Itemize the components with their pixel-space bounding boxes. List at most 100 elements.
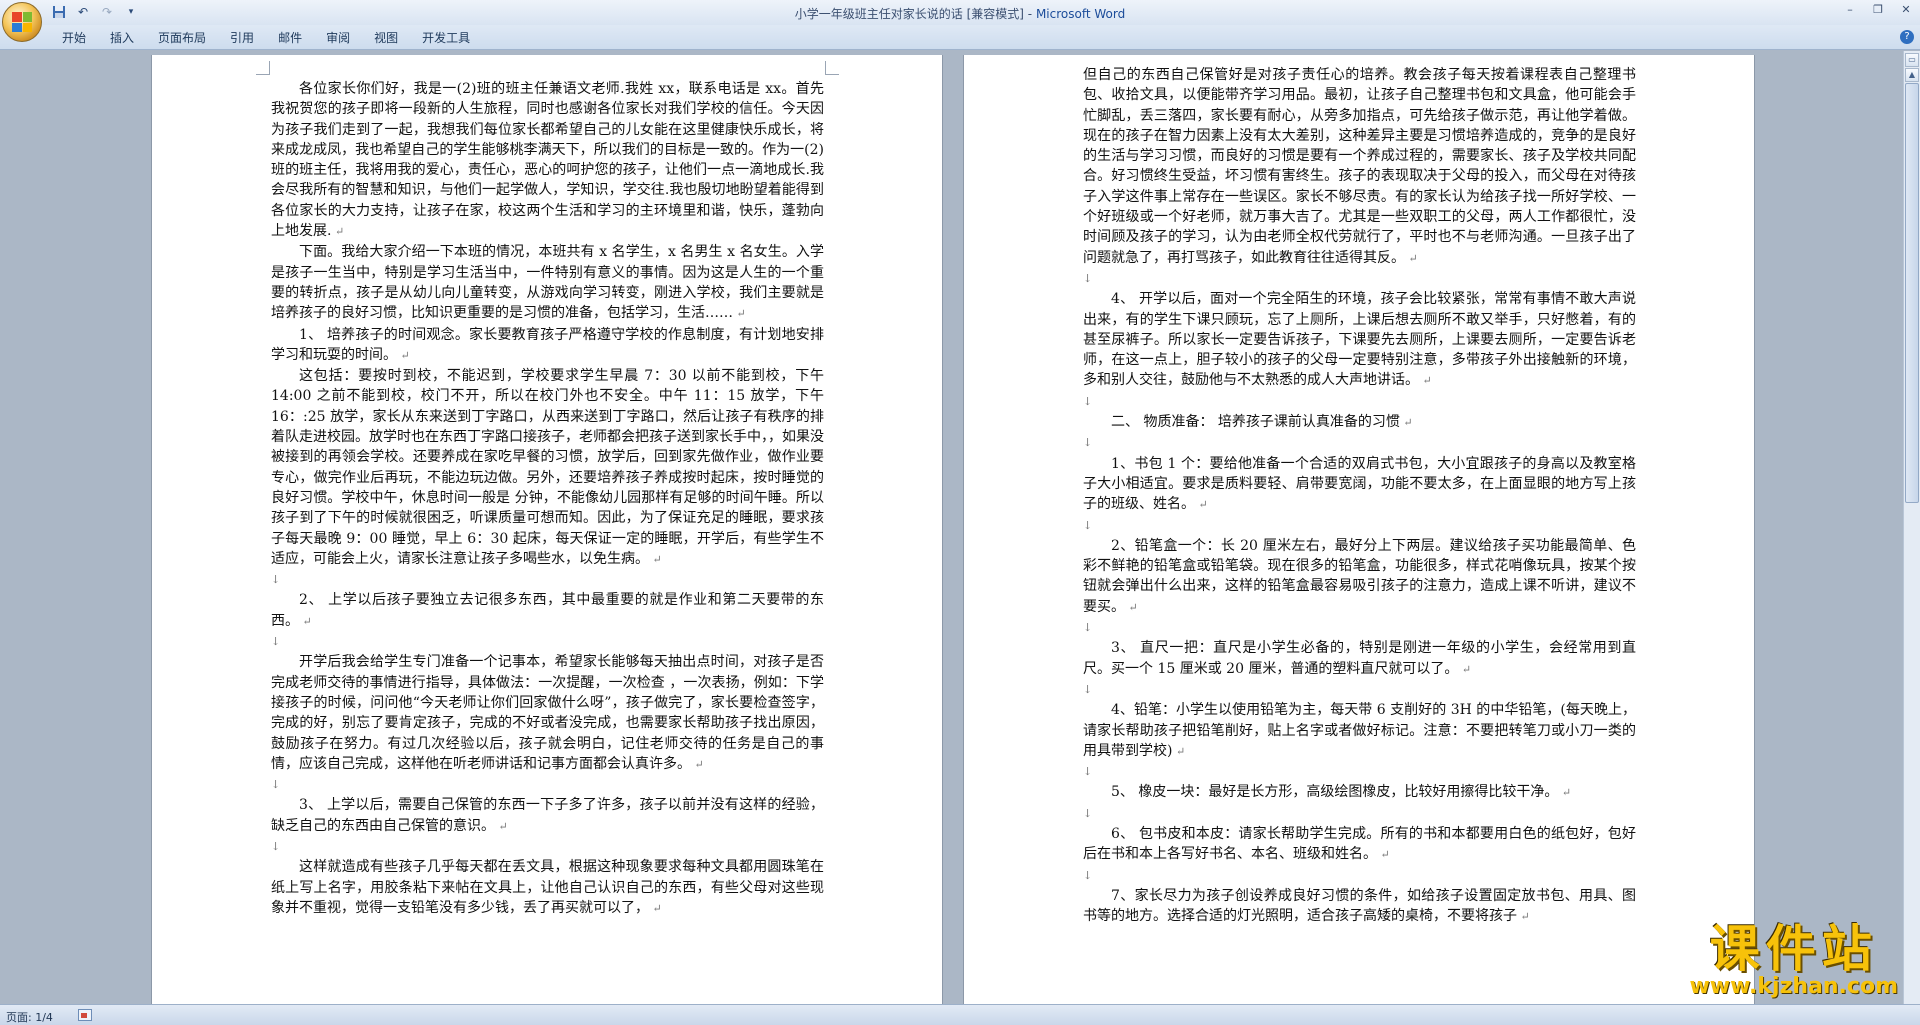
page-1-body[interactable]: 各位家长你们好，我是一(2)班的班主任兼语文老师.我姓 xx，联系电话是 xx。… <box>271 79 824 919</box>
tab-0[interactable]: 开始 <box>50 29 98 47</box>
paragraph[interactable]: 这包括：要按时到校，不能迟到，学校要求学生早晨 7：30 以前不能到校，下午 1… <box>271 366 824 570</box>
office-button[interactable] <box>2 2 42 42</box>
minimize-icon[interactable]: – <box>1836 0 1864 18</box>
empty-paragraph: ↓ <box>1083 765 1093 779</box>
paragraph[interactable]: 1、书包 1 个：要给他准备一个合适的双肩式书包，大小宜跟孩子的身高以及教室格子… <box>1083 454 1636 516</box>
paragraph[interactable]: 6、 包书皮和本皮：请家长帮助学生完成。所有的书和本都要用白色的纸包好，包好后在… <box>1083 824 1636 866</box>
empty-paragraph: ↓ <box>271 573 281 587</box>
paragraph-mark-icon: ↵ <box>1558 786 1572 800</box>
window-title: 小学一年级班主任对家长说的话 [兼容模式] - Microsoft Word <box>0 5 1920 22</box>
paragraph-mark-icon: ↵ <box>1419 374 1432 388</box>
paragraph[interactable]: 各位家长你们好，我是一(2)班的班主任兼语文老师.我姓 xx，联系电话是 xx。… <box>271 79 824 242</box>
watermark-url: www.kjzhan.com <box>1689 974 1898 999</box>
office-logo-icon <box>12 12 32 32</box>
paragraph[interactable]: 二、 物质准备： 培养孩子课前认真准备的习惯 ↵ <box>1083 412 1636 433</box>
empty-paragraph: ↓ <box>1083 621 1093 635</box>
help-icon[interactable]: ? <box>1900 30 1914 44</box>
paragraph[interactable]: 4、 开学以后，面对一个完全陌生的环境，孩子会比较紧张，常常有事情不敢大声说出来… <box>1083 289 1636 391</box>
tab-5[interactable]: 审阅 <box>314 29 362 47</box>
paragraph-text: 开学后我会给学生专门准备一个记事本，希望家长能够每天抽出点时间，对孩子是否完成老… <box>271 654 824 772</box>
paragraph-text: 3、 上学以后，需要自己保管的东西一下子多了许多，孩子以前并没有这样的经验，缺乏… <box>271 797 824 834</box>
paragraph[interactable]: 5、 橡皮一块：最好是长方形，高级绘图橡皮，比较好用擦得比较干净。 ↵ <box>1083 782 1636 803</box>
document-title: 小学一年级班主任对家长说的话 [兼容模式] <box>794 7 1024 21</box>
paragraph-mark-icon: ↵ <box>1377 848 1390 862</box>
paragraph-mark-icon: ↵ <box>1517 910 1530 924</box>
paragraph-text: 1、 培养孩子的时间观念。家长要教育孩子严格遵守学校的作息制度，有计划地安排学习… <box>271 326 824 363</box>
paragraph-mark-icon: ↵ <box>733 307 746 321</box>
document-area[interactable]: 各位家长你们好，我是一(2)班的班主任兼语文老师.我姓 xx，联系电话是 xx。… <box>0 51 1903 1004</box>
paragraph-mark-icon: ↵ <box>1125 600 1138 614</box>
paragraph-mark-icon: ↵ <box>495 819 508 833</box>
empty-paragraph: ↓ <box>1083 806 1093 820</box>
page-2[interactable]: 但自己的东西自己保管好是对孩子责任心的培养。教会孩子每天按着课程表自己整理书包、… <box>964 55 1754 1004</box>
proofing-icon[interactable] <box>78 1009 92 1021</box>
tab-7[interactable]: 开发工具 <box>410 29 482 47</box>
paragraph-mark-icon: ↵ <box>649 901 662 915</box>
paragraph-mark-icon: ↵ <box>331 225 345 239</box>
paragraph[interactable]: 7、家长尽力为孩子创设养成良好习惯的条件，如给孩子设置固定放书包、用具、图书等的… <box>1083 886 1636 928</box>
crop-mark <box>256 61 270 75</box>
paragraph-mark-icon: ↵ <box>1195 498 1208 512</box>
paragraph[interactable]: 开学后我会给学生专门准备一个记事本，希望家长能够每天抽出点时间，对孩子是否完成老… <box>271 652 824 775</box>
paragraph-text: 各位家长你们好，我是一(2)班的班主任兼语文老师.我姓 xx，联系电话是 xx。… <box>271 81 824 240</box>
tab-6[interactable]: 视图 <box>362 29 410 47</box>
paragraph-text: 4、铅笔：小学生以使用铅笔为主，每天带 6 支削好的 3H 的中华铅笔，(每天晚… <box>1083 702 1636 759</box>
scroll-up-icon[interactable]: ▲ <box>1905 68 1919 82</box>
page-1[interactable]: 各位家长你们好，我是一(2)班的班主任兼语文老师.我姓 xx，联系电话是 xx。… <box>152 55 942 1004</box>
empty-paragraph: ↓ <box>1083 271 1093 285</box>
page-indicator[interactable]: 页面: 1/4 <box>6 1009 53 1025</box>
paragraph[interactable]: 1、 培养孩子的时间观念。家长要教育孩子严格遵守学校的作息制度，有计划地安排学习… <box>271 325 824 367</box>
status-bar: 页面: 1/4 <box>0 1004 1920 1025</box>
title-bar: ↶ ↷ ▾ 小学一年级班主任对家长说的话 [兼容模式] - Microsoft … <box>0 0 1920 42</box>
paragraph[interactable]: 下面。我给大家介绍一下本班的情况，本班共有 x 名学生，x 名男生 x 名女生。… <box>271 242 824 324</box>
vertical-scrollbar[interactable]: ▭ ▲ <box>1903 51 1920 1004</box>
paragraph-text: 这样就造成有些孩子几乎每天都在丢文具，根据这种现象要求每种文具都用圆珠笔在纸上写… <box>271 859 824 916</box>
paragraph-text: 2、 上学以后孩子要独立去记很多东西，其中最重要的就是作业和第二天要带的东西。 <box>271 592 824 629</box>
watermark: 课件站 www.kjzhan.com <box>1689 922 1898 999</box>
paragraph-text: 3、 直尺一把：直尺是小学生必备的，特别是刚进一年级的小学生，会经常用到直尺。买… <box>1083 640 1636 677</box>
paragraph-mark-icon: ↵ <box>397 348 410 362</box>
empty-paragraph: ↓ <box>271 635 281 649</box>
paragraph[interactable]: 3、 直尺一把：直尺是小学生必备的，特别是刚进一年级的小学生，会经常用到直尺。买… <box>1083 638 1636 680</box>
paragraph-mark-icon: ↵ <box>1172 744 1186 758</box>
page-2-body[interactable]: 但自己的东西自己保管好是对孩子责任心的培养。教会孩子每天按着课程表自己整理书包、… <box>1083 65 1636 927</box>
paragraph[interactable]: 2、铅笔盒一个：长 20 厘米左右，最好分上下两层。建议给孩子买功能最简单、色彩… <box>1083 536 1636 618</box>
paragraph-mark-icon: ↵ <box>1399 416 1413 430</box>
scrollbar-thumb[interactable] <box>1905 83 1919 503</box>
paragraph-mark-icon: ↵ <box>299 614 312 628</box>
close-icon[interactable]: ✕ <box>1892 0 1920 18</box>
paragraph-mark-icon: ↵ <box>649 552 662 566</box>
paragraph[interactable]: 这样就造成有些孩子几乎每天都在丢文具，根据这种现象要求每种文具都用圆珠笔在纸上写… <box>271 857 824 919</box>
tab-4[interactable]: 邮件 <box>266 29 314 47</box>
maximize-icon[interactable]: ❐ <box>1864 0 1892 18</box>
app-name: Microsoft Word <box>1035 7 1126 21</box>
paragraph-text: 二、 物质准备： 培养孩子课前认真准备的习惯 <box>1111 414 1400 431</box>
paragraph-mark-icon: ↵ <box>1458 662 1472 676</box>
paragraph[interactable]: 4、铅笔：小学生以使用铅笔为主，每天带 6 支削好的 3H 的中华铅笔，(每天晚… <box>1083 700 1636 762</box>
ruler-toggle-icon[interactable]: ▭ <box>1905 53 1919 67</box>
paragraph-text: 1、书包 1 个：要给他准备一个合适的双肩式书包，大小宜跟孩子的身高以及教室格子… <box>1083 455 1636 513</box>
paragraph[interactable]: 但自己的东西自己保管好是对孩子责任心的培养。教会孩子每天按着课程表自己整理书包、… <box>1083 65 1636 269</box>
empty-paragraph: ↓ <box>1083 868 1093 882</box>
empty-paragraph: ↓ <box>1083 436 1093 450</box>
paragraph-text: 5、 橡皮一块：最好是长方形，高级绘图橡皮，比较好用擦得比较干净。 <box>1111 784 1559 801</box>
tab-1[interactable]: 插入 <box>98 29 146 47</box>
paragraph-text: 7、家长尽力为孩子创设养成良好习惯的条件，如给孩子设置固定放书包、用具、图书等的… <box>1083 887 1636 925</box>
paragraph[interactable]: 2、 上学以后孩子要独立去记很多东西，其中最重要的就是作业和第二天要带的东西。 … <box>271 590 824 632</box>
ribbon-tab-bar: 开始 插入 页面布局 引用 邮件 审阅 视图 开发工具 ? <box>0 25 1920 50</box>
paragraph-text: 4、 开学以后，面对一个完全陌生的环境，孩子会比较紧张，常常有事情不敢大声说出来… <box>1083 291 1636 389</box>
tab-2[interactable]: 页面布局 <box>146 29 218 47</box>
paragraph-text: 这包括：要按时到校，不能迟到，学校要求学生早晨 7：30 以前不能到校，下午 1… <box>271 368 824 567</box>
crop-mark <box>825 61 839 75</box>
empty-paragraph: ↓ <box>1083 682 1093 696</box>
tab-3[interactable]: 引用 <box>218 29 266 47</box>
empty-paragraph: ↓ <box>271 839 281 853</box>
paragraph[interactable]: 3、 上学以后，需要自己保管的东西一下子多了许多，孩子以前并没有这样的经验，缺乏… <box>271 795 824 837</box>
empty-paragraph: ↓ <box>1083 394 1093 408</box>
paragraph-mark-icon: ↵ <box>691 757 704 771</box>
paragraph-text: 2、铅笔盒一个：长 20 厘米左右，最好分上下两层。建议给孩子买功能最简单、色彩… <box>1083 537 1636 615</box>
watermark-title: 课件站 <box>1709 920 1878 978</box>
paragraph-text: 6、 包书皮和本皮：请家长帮助学生完成。所有的书和本都要用白色的纸包好，包好后在… <box>1083 825 1636 863</box>
window-controls: – ❐ ✕ <box>1836 0 1920 18</box>
title-separator: - <box>1023 7 1036 21</box>
